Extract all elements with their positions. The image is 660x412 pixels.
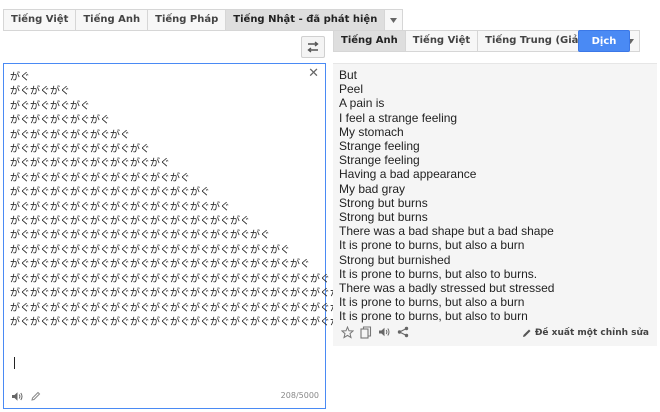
source-text-area[interactable]: がぐ がぐがぐがぐ がぐがぐがぐがぐ がぐがぐがぐがぐがぐ がぐがぐがぐがぐがぐがぐ がぐ… xyxy=(3,63,390,409)
copy-icon[interactable] xyxy=(360,326,372,339)
swap-arrows-icon xyxy=(307,41,319,53)
source-tab-english[interactable]: Tiếng Anh xyxy=(76,9,149,31)
source-tab-japanese-detected[interactable]: Tiếng Nhật - đã phát hiện xyxy=(226,9,386,31)
translation-line: There was a badly stressed but stressed xyxy=(339,281,555,296)
translation-line: I feel a strange feeling xyxy=(339,110,458,125)
translation-text: But Peel A pain is I feel a strange feeling… xyxy=(339,68,554,324)
pencil-icon xyxy=(522,329,531,337)
text-caret xyxy=(14,357,15,369)
translation-line: Having a bad appearance xyxy=(339,167,477,182)
clear-source-icon[interactable]: ✕ xyxy=(308,67,319,81)
target-tab-vietnamese[interactable]: Tiếng Việt xyxy=(405,30,479,52)
translation-output: But Peel A pain is I feel a strange feeling… xyxy=(333,63,657,346)
source-footer: 208/5000 xyxy=(4,386,325,408)
translation-line: It is prone to burns, but also a burn xyxy=(339,238,525,253)
translate-button[interactable]: Dịch xyxy=(578,30,630,52)
share-icon[interactable] xyxy=(397,326,409,338)
pencil-icon[interactable] xyxy=(30,391,41,402)
translation-line: Strange feeling xyxy=(339,139,420,154)
translation-line: It is prone to burns, but also to burn xyxy=(339,309,528,324)
suggest-edit-link[interactable]: Đề xuất một chỉnh sửa xyxy=(522,328,649,338)
translation-line: Strong but burns xyxy=(339,210,428,225)
source-language-dropdown[interactable] xyxy=(385,9,404,31)
translation-line: It is prone to burns, but also to burns. xyxy=(339,266,538,281)
source-tab-vietnamese[interactable]: Tiếng Việt xyxy=(3,9,77,31)
character-count: 208/5000 xyxy=(280,391,319,400)
source-tab-french[interactable]: Tiếng Pháp xyxy=(148,9,227,31)
speaker-icon[interactable] xyxy=(11,391,24,402)
translation-line: But xyxy=(339,68,358,82)
swap-languages-button[interactable] xyxy=(301,36,325,58)
translation-line: Strong but burns xyxy=(339,195,428,210)
translation-line: Peel xyxy=(339,82,364,97)
source-language-tabs: Tiếng Việt Tiếng Anh Tiếng Pháp Tiếng Nh… xyxy=(3,9,404,31)
translation-line: A pain is xyxy=(339,96,385,111)
speaker-icon[interactable] xyxy=(378,326,391,338)
translation-line: Strong but burnished xyxy=(339,252,451,267)
star-icon[interactable] xyxy=(341,326,354,339)
translation-footer: Đề xuất một chỉnh sửa xyxy=(333,326,657,342)
chevron-down-icon xyxy=(390,17,398,23)
translation-line: There was a bad shape but a bad shape xyxy=(339,224,554,239)
translation-line: It is prone to burns, but also a burn xyxy=(339,295,525,310)
suggest-edit-label: Đề xuất một chỉnh sửa xyxy=(534,328,649,338)
translation-line: My bad gray xyxy=(339,181,406,196)
translation-line: My stomach xyxy=(339,124,404,139)
translation-line: Strange feeling xyxy=(339,153,420,168)
target-tab-english[interactable]: Tiếng Anh xyxy=(333,30,406,52)
